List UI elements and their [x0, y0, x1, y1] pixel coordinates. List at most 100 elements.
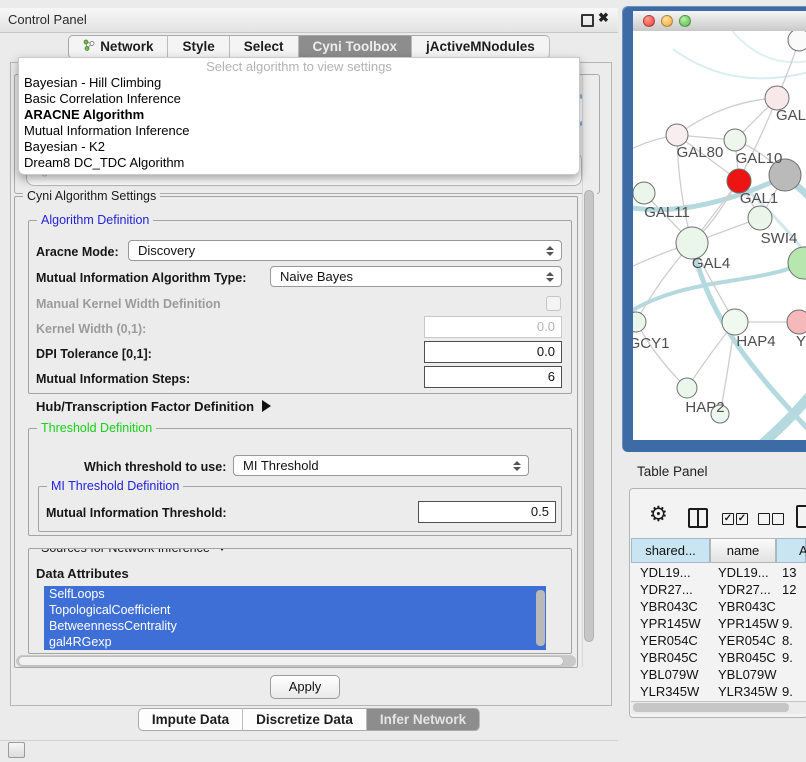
network-node-label: GAL10 — [736, 150, 783, 167]
control-panel-tabbar: Network Style Select Cyni Toolbox jActiveMNo… — [0, 35, 618, 59]
network-node-label: Y — [796, 333, 806, 350]
network-node[interactable] — [724, 129, 746, 151]
minimized-panel-icon[interactable] — [8, 742, 25, 758]
control-panel-title: Control Panel — [8, 12, 87, 27]
table-cell: YBL079W — [718, 667, 777, 682]
close-traffic-light-icon[interactable] — [643, 15, 655, 27]
float-window-icon[interactable] — [581, 14, 594, 27]
column-header-partial[interactable]: A — [776, 538, 806, 563]
kernel-width-field[interactable]: 0.0 — [424, 316, 562, 338]
algorithm-option-bayesian-k2[interactable]: Bayesian - K2 — [19, 139, 579, 155]
table-row[interactable]: YDR27...YDR27...12 — [631, 582, 806, 599]
network-node[interactable] — [788, 31, 806, 51]
table-cell: YLR345W — [718, 684, 777, 699]
algorithm-option-dream8-dc-tdc-algorithm[interactable]: Dream8 DC_TDC Algorithm — [19, 155, 579, 171]
apply-button[interactable]: Apply — [270, 675, 340, 699]
gear-icon[interactable]: ⚙ — [649, 504, 668, 525]
network-node-label: GAL — [776, 107, 806, 124]
tab-label: jActiveMNodules — [426, 36, 535, 58]
tab-discretize-data[interactable]: Discretize Data — [243, 708, 367, 731]
network-node[interactable] — [788, 247, 806, 279]
tab-select[interactable]: Select — [230, 35, 299, 59]
network-node[interactable] — [677, 378, 697, 398]
attributes-scrollbar-thumb[interactable] — [536, 590, 545, 646]
network-window-titlebar[interactable] — [633, 11, 806, 32]
table-row[interactable]: YER054CYER054C8. — [631, 633, 806, 650]
checked-box-icon[interactable]: ✓ — [722, 513, 734, 525]
tab-impute-data[interactable]: Impute Data — [138, 708, 243, 731]
minimize-traffic-light-icon[interactable] — [661, 15, 673, 27]
table-cell: 9. — [782, 650, 793, 665]
attribute-item-topologicalcoefficient[interactable]: TopologicalCoefficient — [44, 602, 546, 618]
table-cell: YER054C — [718, 633, 776, 648]
zoom-traffic-light-icon[interactable] — [679, 15, 691, 27]
close-icon[interactable]: ✖ — [598, 10, 609, 26]
network-node[interactable] — [666, 124, 688, 146]
which-threshold-label: Which threshold to use: — [84, 460, 226, 474]
network-node[interactable] — [722, 309, 748, 335]
mi-type-combobox[interactable]: Naive Bayes — [270, 266, 562, 287]
algorithm-option-mutual-information-inference[interactable]: Mutual Information Inference — [19, 123, 579, 139]
network-canvas[interactable]: GALGAL80GAL10GAL1GAL11SWI4GAL4GCY1HAP4YH… — [633, 31, 806, 440]
attribute-item-betweennesscentrality[interactable]: BetweennessCentrality — [44, 618, 546, 634]
unchecked-box-icon[interactable] — [772, 513, 784, 525]
split-columns-icon[interactable] — [688, 508, 708, 528]
tab-network[interactable]: Network — [68, 35, 168, 59]
attribute-item-gal4rgexp[interactable]: gal4RGexp — [44, 634, 546, 650]
algorithm-option-bayesian-hill-climbing[interactable]: Bayesian - Hill Climbing — [19, 75, 579, 91]
node-table-body: YDL19...YDL19...13YDR27...YDR27...12YBR0… — [631, 565, 806, 700]
tab-infer-network[interactable]: Infer Network — [367, 708, 480, 731]
settings-vertical-scrollbar-thumb[interactable] — [584, 190, 594, 642]
hub-definition-label: Hub/Transcription Factor Definition — [36, 399, 254, 414]
network-node-label: GAL80 — [677, 144, 724, 161]
table-row[interactable]: YBR043CYBR043C — [631, 599, 806, 616]
attribute-item-selfloops[interactable]: SelfLoops — [44, 586, 546, 602]
column-header-name[interactable]: name — [710, 538, 776, 563]
manual-kernel-checkbox[interactable] — [546, 296, 561, 311]
network-tab-icon — [83, 36, 95, 58]
network-node-label: GAL11 — [644, 204, 690, 221]
mi-type-value: Naive Bayes — [280, 269, 353, 284]
table-cell: 12 — [782, 582, 796, 597]
table-row[interactable]: YPR145WYPR145W9. — [631, 616, 806, 633]
algorithm-option-basic-correlation-inference[interactable]: Basic Correlation Inference — [19, 91, 579, 107]
hub-definition-expander[interactable]: Hub/Transcription Factor Definition — [36, 399, 271, 414]
tab-style[interactable]: Style — [168, 35, 229, 59]
network-node[interactable] — [633, 182, 655, 204]
table-row[interactable]: YDL19...YDL19...13 — [631, 565, 806, 582]
which-threshold-combobox[interactable]: MI Threshold — [233, 455, 529, 476]
network-node-label: GCY1 — [633, 335, 669, 352]
network-node[interactable] — [633, 312, 646, 332]
network-node[interactable] — [748, 206, 772, 230]
tab-label: Select — [244, 36, 284, 58]
table-cell: YBR045C — [718, 650, 776, 665]
algorithm-option-aracne-algorithm[interactable]: ARACNE Algorithm — [19, 107, 579, 123]
network-node-label: HAP2 — [685, 399, 724, 416]
tab-cyni-toolbox[interactable]: Cyni Toolbox — [299, 35, 413, 59]
table-row[interactable]: YBL079W YBL079W — [631, 667, 806, 684]
network-node[interactable] — [787, 310, 806, 334]
table-row[interactable]: YBR045CYBR045C9. — [631, 650, 806, 667]
settings-horizontal-scrollbar-thumb[interactable] — [18, 656, 564, 666]
aracne-mode-combobox[interactable]: Discovery — [128, 240, 562, 261]
column-header-shared[interactable]: shared... — [631, 538, 710, 563]
algorithm-dropdown-prompt: Select algorithm to view settings — [19, 58, 579, 75]
table-cell: YDR27... — [718, 582, 771, 597]
table-cell: 9. — [782, 616, 793, 631]
dpi-tolerance-field[interactable]: 0.0 — [424, 341, 562, 363]
algorithm-dropdown-list: Bayesian - Hill ClimbingBasic Correlatio… — [19, 75, 579, 171]
which-threshold-value: MI Threshold — [243, 458, 319, 473]
table-horizontal-scrollbar-thumb[interactable] — [633, 703, 789, 712]
mi-threshold-field[interactable]: 0.5 — [418, 501, 556, 523]
checked-box-icon[interactable]: ✓ — [736, 513, 748, 525]
table-cell: YBL079W — [640, 667, 699, 682]
table-cell: YER054C — [640, 633, 698, 648]
table-row[interactable]: YLR345WYLR345W9. — [631, 684, 806, 700]
page-icon[interactable] — [796, 505, 806, 528]
expand-right-icon — [262, 400, 271, 412]
network-node-label: GAL4 — [692, 255, 730, 272]
tab-jactivemnodules[interactable]: jActiveMNodules — [412, 35, 550, 59]
unchecked-box-icon[interactable] — [758, 513, 770, 525]
mi-steps-field[interactable]: 6 — [424, 366, 562, 388]
tab-label: Style — [182, 36, 214, 58]
